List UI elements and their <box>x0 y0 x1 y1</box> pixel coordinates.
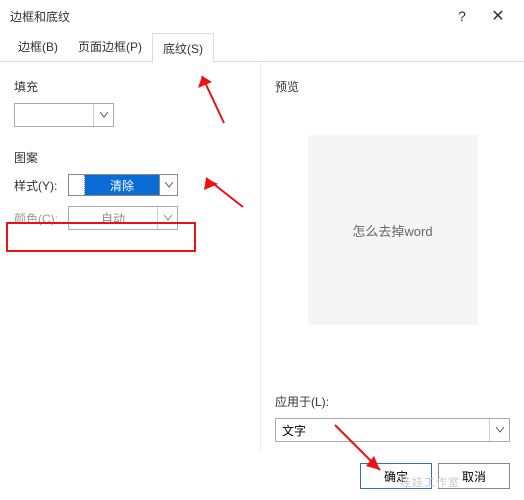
tab-shading[interactable]: 底纹(S) <box>152 33 214 63</box>
color-row-label: 颜色(C): <box>14 210 62 227</box>
close-button[interactable]: ✕ <box>480 2 516 30</box>
cancel-button[interactable]: 取消 <box>438 463 510 489</box>
pattern-label: 图案 <box>14 149 246 166</box>
chevron-down-icon <box>157 207 177 229</box>
dialog-body: 填充 图案 样式(Y): 清除 颜色(C): 自动 预览 <box>0 62 524 452</box>
tab-page-border[interactable]: 页面边框(P) <box>68 32 152 62</box>
tab-border[interactable]: 边框(B) <box>8 32 68 62</box>
apply-label: 应用于(L): <box>275 393 510 410</box>
tab-shading-label: 底纹(S) <box>163 42 203 56</box>
close-icon: ✕ <box>491 6 504 26</box>
apply-to-combo[interactable]: 文字 <box>275 418 510 442</box>
chevron-down-icon <box>93 104 113 126</box>
style-combo[interactable]: 清除 <box>68 174 178 196</box>
chevron-down-icon <box>489 419 509 441</box>
title-bar: 边框和底纹 ? ✕ <box>0 0 524 32</box>
right-panel: 预览 怎么去掉word 应用于(L): 文字 <box>260 62 524 452</box>
tab-bar: 边框(B) 页面边框(P) 底纹(S) <box>0 32 524 62</box>
chevron-down-icon <box>159 175 177 195</box>
ok-button[interactable]: 确定 <box>360 463 432 489</box>
help-button[interactable]: ? <box>444 2 480 30</box>
preview-text: 怎么去掉word <box>352 221 432 240</box>
window-title: 边框和底纹 <box>10 8 444 25</box>
apply-to-value: 文字 <box>276 422 489 439</box>
style-value: 清除 <box>85 175 159 195</box>
color-combo[interactable]: 自动 <box>68 206 178 230</box>
help-icon: ? <box>458 8 466 24</box>
preview-area: 怎么去掉word <box>308 135 478 325</box>
tab-border-label: 边框(B) <box>18 40 58 54</box>
fill-label: 填充 <box>14 78 246 95</box>
style-row-label: 样式(Y): <box>14 177 62 194</box>
tab-page-border-label: 页面边框(P) <box>78 40 142 54</box>
color-value: 自动 <box>69 210 157 227</box>
apply-section: 应用于(L): 文字 <box>275 393 510 442</box>
preview-label: 预览 <box>275 78 510 95</box>
ok-button-label: 确定 <box>384 468 408 485</box>
fill-color-combo[interactable] <box>14 103 114 127</box>
style-swatch <box>69 175 85 195</box>
left-panel: 填充 图案 样式(Y): 清除 颜色(C): 自动 <box>0 62 260 452</box>
cancel-button-label: 取消 <box>462 468 486 485</box>
dialog-footer: 确定 取消 <box>0 452 524 500</box>
